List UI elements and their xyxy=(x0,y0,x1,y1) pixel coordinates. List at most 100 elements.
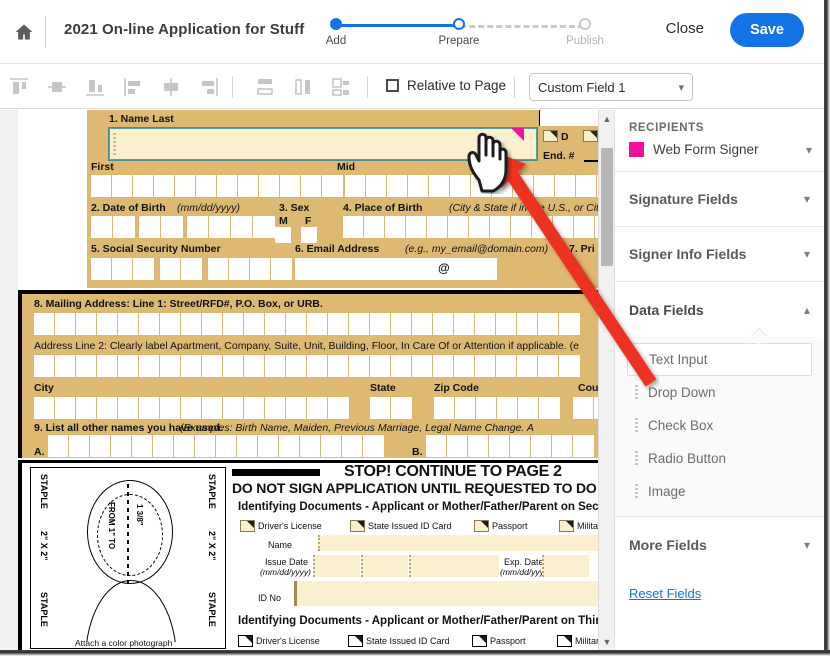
group-more-fields[interactable]: More Fields ▾ xyxy=(615,517,824,572)
document-vertical-scrollbar[interactable]: ▲ ▼ xyxy=(598,110,614,650)
form-section-personal: 1. Name Last First Mid 2. Date of Birth … xyxy=(87,110,610,288)
form-cells-address2[interactable] xyxy=(34,355,580,377)
reset-fields-link[interactable]: Reset Fields xyxy=(615,572,824,601)
label-passport-third: Passport xyxy=(490,636,526,646)
field-item-drop-down[interactable]: Drop Down xyxy=(627,376,812,409)
form-cells-ssn-3[interactable] xyxy=(208,258,292,280)
form-cells-othername-b[interactable] xyxy=(426,435,594,457)
field-issue-year[interactable] xyxy=(409,555,499,577)
field-item-radio-button-label: Radio Button xyxy=(648,451,727,466)
photo-placeholder-box: STAPLE 2" X 2" STAPLE STAPLE 2" X 2" STA… xyxy=(30,467,226,649)
custom-field-value: Custom Field 1 xyxy=(538,79,626,95)
drag-handle-icon[interactable] xyxy=(635,484,638,499)
form-checkbox-d[interactable] xyxy=(543,130,558,142)
close-button[interactable]: Close xyxy=(666,20,704,37)
checkbox-passport-second[interactable] xyxy=(474,520,489,532)
form-checkbox-c[interactable] xyxy=(583,130,598,142)
form-cells-othername-a[interactable] xyxy=(48,435,384,457)
document-page: 1. Name Last First Mid 2. Date of Birth … xyxy=(18,110,610,650)
form-label-q8: 8. Mailing Address: Line 1: Street/RFD#,… xyxy=(34,298,323,310)
drag-handle-icon[interactable] xyxy=(635,385,638,400)
distribute-vertical-icon[interactable] xyxy=(253,75,277,99)
checkbox-state-id-third[interactable] xyxy=(348,635,363,647)
header-divider xyxy=(45,16,46,48)
distribute-horizontal-icon[interactable] xyxy=(291,75,315,99)
align-left-icon[interactable] xyxy=(121,75,145,99)
field-item-text-input[interactable]: Text Input xyxy=(627,343,812,376)
field-item-check-box[interactable]: Check Box xyxy=(627,409,812,442)
form-cells-state[interactable] xyxy=(370,397,412,419)
field-item-radio-button[interactable]: Radio Button xyxy=(627,442,812,475)
checkbox-passport-third[interactable] xyxy=(472,635,487,647)
form-cells-first[interactable] xyxy=(91,175,343,197)
form-label-state: State xyxy=(370,382,396,394)
align-right-icon[interactable] xyxy=(197,75,221,99)
field-item-image-label: Image xyxy=(648,484,686,499)
form-cells-email[interactable] xyxy=(295,258,497,280)
form-cells-address1[interactable] xyxy=(34,313,580,335)
form-label-sex-m: M xyxy=(279,215,288,227)
group-signer-info-fields[interactable]: Signer Info Fields ▾ xyxy=(615,227,824,282)
form-cells-dob-year[interactable] xyxy=(187,216,275,238)
field-exp-month[interactable] xyxy=(542,555,589,577)
stepper-step-publish[interactable]: Publish xyxy=(540,17,630,47)
photo-size-label-left: 2" X 2" xyxy=(39,531,49,561)
form-cells-country[interactable] xyxy=(573,397,598,419)
drag-handle-icon[interactable] xyxy=(635,451,638,466)
form-cells-sex-m[interactable] xyxy=(275,227,291,243)
label-military-second: Military xyxy=(577,521,598,531)
form-cells-ssn-2[interactable] xyxy=(160,258,202,280)
save-button[interactable]: Save xyxy=(730,13,804,47)
checkbox-drivers-license-third[interactable] xyxy=(238,635,253,647)
match-size-icon[interactable] xyxy=(329,75,353,99)
custom-field-select[interactable]: Custom Field 1 ▾ xyxy=(529,73,693,101)
form-label-q1: 1. Name Last xyxy=(109,113,174,125)
form-cells-sex-f[interactable] xyxy=(301,227,317,243)
align-top-icon[interactable] xyxy=(7,75,31,99)
chevron-down-icon[interactable]: ▼ xyxy=(599,633,615,650)
align-center-icon[interactable] xyxy=(159,75,183,99)
relative-to-page-toggle[interactable]: Relative to Page xyxy=(386,78,506,93)
checkbox-military-second[interactable] xyxy=(559,520,574,532)
document-canvas[interactable]: 1. Name Last First Mid 2. Date of Birth … xyxy=(0,110,610,650)
chevron-down-icon: ▾ xyxy=(803,192,810,206)
field-issue-day[interactable] xyxy=(361,555,408,577)
drag-handle-icon[interactable] xyxy=(635,418,638,433)
group-signature-fields[interactable]: Signature Fields ▾ xyxy=(615,172,824,227)
form-cells-dob[interactable] xyxy=(91,216,135,238)
label-doc-name: Name xyxy=(268,540,293,550)
toolbar-separator-3 xyxy=(514,76,515,98)
stepper-dot-publish xyxy=(579,18,591,30)
form-label-country: Country xyxy=(578,382,598,394)
align-middle-horizontal-icon[interactable] xyxy=(45,75,69,99)
group-signer-info-fields-label: Signer Info Fields xyxy=(629,246,747,262)
scroll-thumb[interactable] xyxy=(601,148,613,266)
label-state-id-second: State Issued ID Card xyxy=(368,521,452,531)
label-drivers-license-second: Driver's License xyxy=(258,521,322,531)
checkbox-state-id-second[interactable] xyxy=(350,520,365,532)
drag-handle-icon[interactable] xyxy=(636,352,639,367)
align-bottom-icon[interactable] xyxy=(83,75,107,99)
form-cells-ssn-1[interactable] xyxy=(91,258,154,280)
checkbox-military-third[interactable] xyxy=(557,635,572,647)
chevron-down-icon[interactable]: ▾ xyxy=(806,143,812,157)
form-cells-city[interactable] xyxy=(34,397,349,419)
form-cells-zip[interactable] xyxy=(434,397,560,419)
group-data-fields[interactable]: Data Fields ▴ xyxy=(615,282,824,337)
checkbox-drivers-license-second[interactable] xyxy=(240,520,255,532)
stepper-step-add[interactable]: Add xyxy=(291,17,381,47)
form-cells-middle[interactable] xyxy=(345,175,610,197)
field-doc-name[interactable] xyxy=(318,535,598,551)
form-cells-dob-day[interactable] xyxy=(139,216,183,238)
field-issue-month[interactable] xyxy=(313,555,360,577)
recipient-color-swatch xyxy=(629,142,644,157)
form-cells-birthplace[interactable] xyxy=(343,216,610,238)
field-item-image[interactable]: Image xyxy=(627,475,812,508)
stepper-step-prepare[interactable]: Prepare xyxy=(414,17,504,47)
selected-text-input-field[interactable] xyxy=(108,127,538,161)
recipient-selector[interactable]: Web Form Signer ▾ xyxy=(615,136,824,171)
chevron-up-icon[interactable]: ▲ xyxy=(599,110,615,127)
relative-to-page-checkbox[interactable] xyxy=(386,79,399,92)
field-id-no[interactable] xyxy=(294,581,598,606)
home-icon[interactable] xyxy=(10,18,38,46)
